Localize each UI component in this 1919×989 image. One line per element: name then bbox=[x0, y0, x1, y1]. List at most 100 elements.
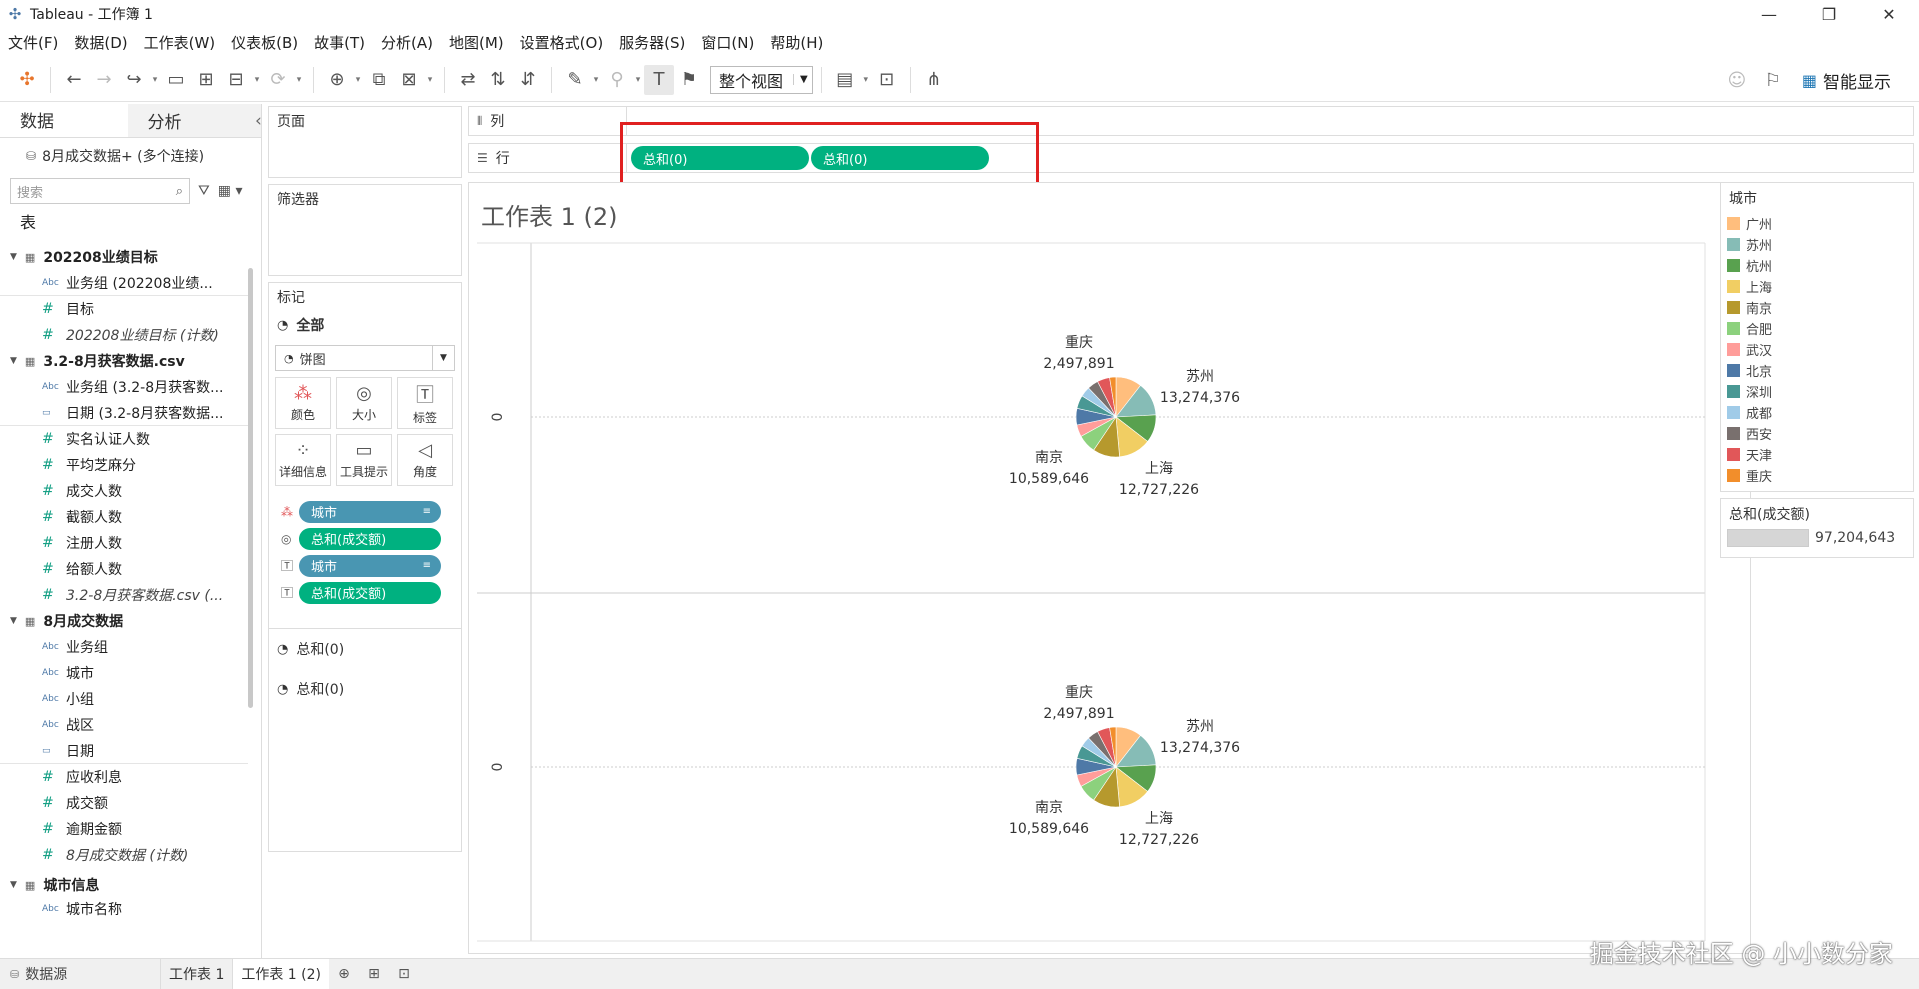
pages-shelf[interactable]: 页面 bbox=[268, 106, 462, 178]
legend-item[interactable]: 深圳 bbox=[1721, 381, 1913, 402]
sales-label-pill[interactable]: 总和(成交额) bbox=[299, 581, 441, 604]
swap-rows-columns-icon[interactable]: ⇄ bbox=[453, 65, 483, 95]
worksheet-view[interactable]: 工作表 1 (2) 0 0 重庆 2,497,891 苏州 13,274,376… bbox=[468, 182, 1751, 954]
legend-item[interactable]: 北京 bbox=[1721, 360, 1913, 381]
field-item[interactable]: # 注册人数 bbox=[0, 530, 248, 556]
new-sheet-icon[interactable]: ⊕ bbox=[322, 65, 352, 95]
menu-dashboard[interactable]: 仪表板(B) bbox=[231, 32, 298, 53]
refresh-icon[interactable]: ⟳ bbox=[263, 65, 293, 95]
field-item[interactable]: Abc 城市 bbox=[0, 660, 248, 686]
new-worksheet-icon[interactable]: ⊕ bbox=[329, 966, 359, 982]
new-sheet-caret-icon[interactable]: ▾ bbox=[352, 75, 364, 85]
city-label-pill[interactable]: 城市 ≡ bbox=[299, 554, 441, 577]
presentation-mode-icon[interactable]: ⊡ bbox=[872, 65, 902, 95]
replay-icon[interactable]: ↪ bbox=[119, 65, 149, 95]
undo-icon[interactable]: ← bbox=[59, 65, 89, 95]
new-datasource-icon[interactable]: ⊞ bbox=[191, 65, 221, 95]
redo-icon[interactable]: → bbox=[89, 65, 119, 95]
table-group[interactable]: ▼ ▦ 3.2-8月获客数据.csv bbox=[0, 348, 248, 374]
show-me-button[interactable]: ☺ ⚐ ▦ 智能显示 bbox=[1722, 65, 1891, 95]
field-item[interactable]: #3.2-8月获客数据.csv (... bbox=[0, 582, 248, 608]
highlight-icon[interactable]: ✎ bbox=[560, 65, 590, 95]
highlight-caret-icon[interactable]: ▾ bbox=[590, 75, 602, 85]
clear-caret-icon[interactable]: ▾ bbox=[424, 75, 436, 85]
legend-item[interactable]: 西安 bbox=[1721, 423, 1913, 444]
field-item[interactable]: ▭ 日期 (3.2-8月获客数据... bbox=[0, 400, 248, 426]
legend-item[interactable]: 广州 bbox=[1721, 213, 1913, 234]
close-button[interactable]: ✕ bbox=[1859, 0, 1919, 28]
field-item[interactable]: # 逾期金额 bbox=[0, 816, 248, 842]
legend-item[interactable]: 杭州 bbox=[1721, 255, 1913, 276]
tooltip-button[interactable]: ▭ 工具提示 bbox=[336, 434, 392, 486]
color-button[interactable]: ⁂ 颜色 bbox=[275, 377, 331, 429]
pause-updates-icon[interactable]: ⊟ bbox=[221, 65, 251, 95]
collapse-pane-icon[interactable]: ‹ bbox=[255, 104, 262, 137]
marks-sub-card[interactable]: ◔ 总和(0) bbox=[269, 629, 461, 669]
group-members-icon[interactable]: ⚲ bbox=[602, 65, 632, 95]
marks-sub-card[interactable]: ◔ 总和(0) bbox=[269, 669, 461, 709]
detail-button[interactable]: ⁘ 详细信息 bbox=[275, 434, 331, 486]
clear-sheet-icon[interactable]: ⊠ bbox=[394, 65, 424, 95]
field-item[interactable]: Abc 业务组 (202208业绩... bbox=[0, 270, 248, 296]
marks-all-tab[interactable]: ◔ 全部 bbox=[269, 311, 461, 339]
legend-item[interactable]: 合肥 bbox=[1721, 318, 1913, 339]
new-story-icon[interactable]: ⊡ bbox=[389, 966, 419, 982]
menu-story[interactable]: 故事(T) bbox=[314, 32, 365, 53]
table-group[interactable]: ▼ ▦ 202208业绩目标 bbox=[0, 244, 248, 270]
filters-shelf[interactable]: 筛选器 bbox=[268, 184, 462, 276]
sort-ascending-icon[interactable]: ⇅ bbox=[483, 65, 513, 95]
datasource-connection[interactable]: ⛁ 8月成交数据+ (多个连接) bbox=[0, 138, 261, 174]
label-button[interactable]: 🅃 标签 bbox=[397, 377, 453, 429]
tab-analysis[interactable]: 分析 bbox=[127, 104, 255, 137]
explain-data-icon[interactable]: ☺ bbox=[1722, 65, 1752, 95]
legend-item[interactable]: 武汉 bbox=[1721, 339, 1913, 360]
menu-format[interactable]: 设置格式(O) bbox=[520, 32, 604, 53]
menu-file[interactable]: 文件(F) bbox=[8, 32, 58, 53]
field-item[interactable]: # 目标 bbox=[0, 296, 248, 322]
pie-chart-bottom[interactable] bbox=[1075, 726, 1157, 808]
size-button[interactable]: ◎ 大小 bbox=[336, 377, 392, 429]
menu-server[interactable]: 服务器(S) bbox=[619, 32, 685, 53]
menu-map[interactable]: 地图(M) bbox=[449, 32, 504, 53]
refresh-caret-icon[interactable]: ▾ bbox=[293, 75, 305, 85]
pie-chart-top[interactable] bbox=[1075, 376, 1157, 458]
legend-item[interactable]: 上海 bbox=[1721, 276, 1913, 297]
filter-icon[interactable]: ⛛ bbox=[198, 183, 210, 199]
tooltip-pin-icon[interactable]: ⚐ bbox=[1758, 65, 1788, 95]
field-item[interactable]: Abc 城市名称 bbox=[0, 898, 248, 920]
data-pane-scrollbar[interactable] bbox=[248, 268, 253, 708]
show-cards-icon[interactable]: ▤ bbox=[830, 65, 860, 95]
view-options-icon[interactable]: ▦ ▾ bbox=[218, 183, 243, 199]
table-group[interactable]: ▼ ▦ 8月成交数据 bbox=[0, 608, 248, 634]
tab-sheet-1-2[interactable]: 工作表 1 (2) bbox=[232, 958, 329, 989]
field-item[interactable]: # 应收利息 bbox=[0, 764, 248, 790]
field-item[interactable]: # 给额人数 bbox=[0, 556, 248, 582]
field-item[interactable]: Abc 战区 bbox=[0, 712, 248, 738]
angle-button[interactable]: ◁ 角度 bbox=[397, 434, 453, 486]
tab-sheet-1[interactable]: 工作表 1 bbox=[160, 958, 232, 989]
field-item[interactable]: #8月成交数据 (计数) bbox=[0, 842, 248, 868]
new-dashboard-icon[interactable]: ⊞ bbox=[359, 966, 389, 982]
city-color-pill[interactable]: 城市 ≡ bbox=[299, 500, 441, 523]
field-item[interactable]: Abc 业务组 bbox=[0, 634, 248, 660]
color-legend[interactable]: 城市 广州 苏州 杭州 上海 南京 合肥 武汉 北京 深圳 成都 西安 天津 重庆 bbox=[1720, 182, 1914, 492]
pie-chart-svg[interactable]: 0 0 重庆 2,497,891 苏州 13,274,376 南京 10,589… bbox=[469, 183, 1752, 955]
table-group[interactable]: ▼ ▦ 城市信息 bbox=[0, 872, 248, 898]
legend-item[interactable]: 南京 bbox=[1721, 297, 1913, 318]
show-labels-icon[interactable]: T bbox=[644, 64, 674, 95]
sales-size-pill[interactable]: 总和(成交额) bbox=[299, 527, 441, 550]
menu-analysis[interactable]: 分析(A) bbox=[381, 32, 433, 53]
search-input[interactable]: 搜索 ⌕ bbox=[10, 178, 190, 204]
fit-view-select[interactable]: 整个视图 ▼ bbox=[710, 65, 813, 94]
mark-type-select[interactable]: ◔ 饼图 ▼ bbox=[275, 345, 455, 371]
legend-item[interactable]: 重庆 bbox=[1721, 465, 1913, 486]
show-cards-caret-icon[interactable]: ▾ bbox=[860, 75, 872, 85]
duplicate-sheet-icon[interactable]: ⧉ bbox=[364, 65, 394, 95]
fix-axes-icon[interactable]: ⚑ bbox=[674, 65, 704, 95]
sort-descending-icon[interactable]: ⇵ bbox=[513, 65, 543, 95]
field-item[interactable]: # 截额人数 bbox=[0, 504, 248, 530]
menu-help[interactable]: 帮助(H) bbox=[770, 32, 823, 53]
field-item[interactable]: # 成交额 bbox=[0, 790, 248, 816]
tableau-home-icon[interactable]: ✣ bbox=[12, 65, 42, 95]
pause-caret-icon[interactable]: ▾ bbox=[251, 75, 263, 85]
